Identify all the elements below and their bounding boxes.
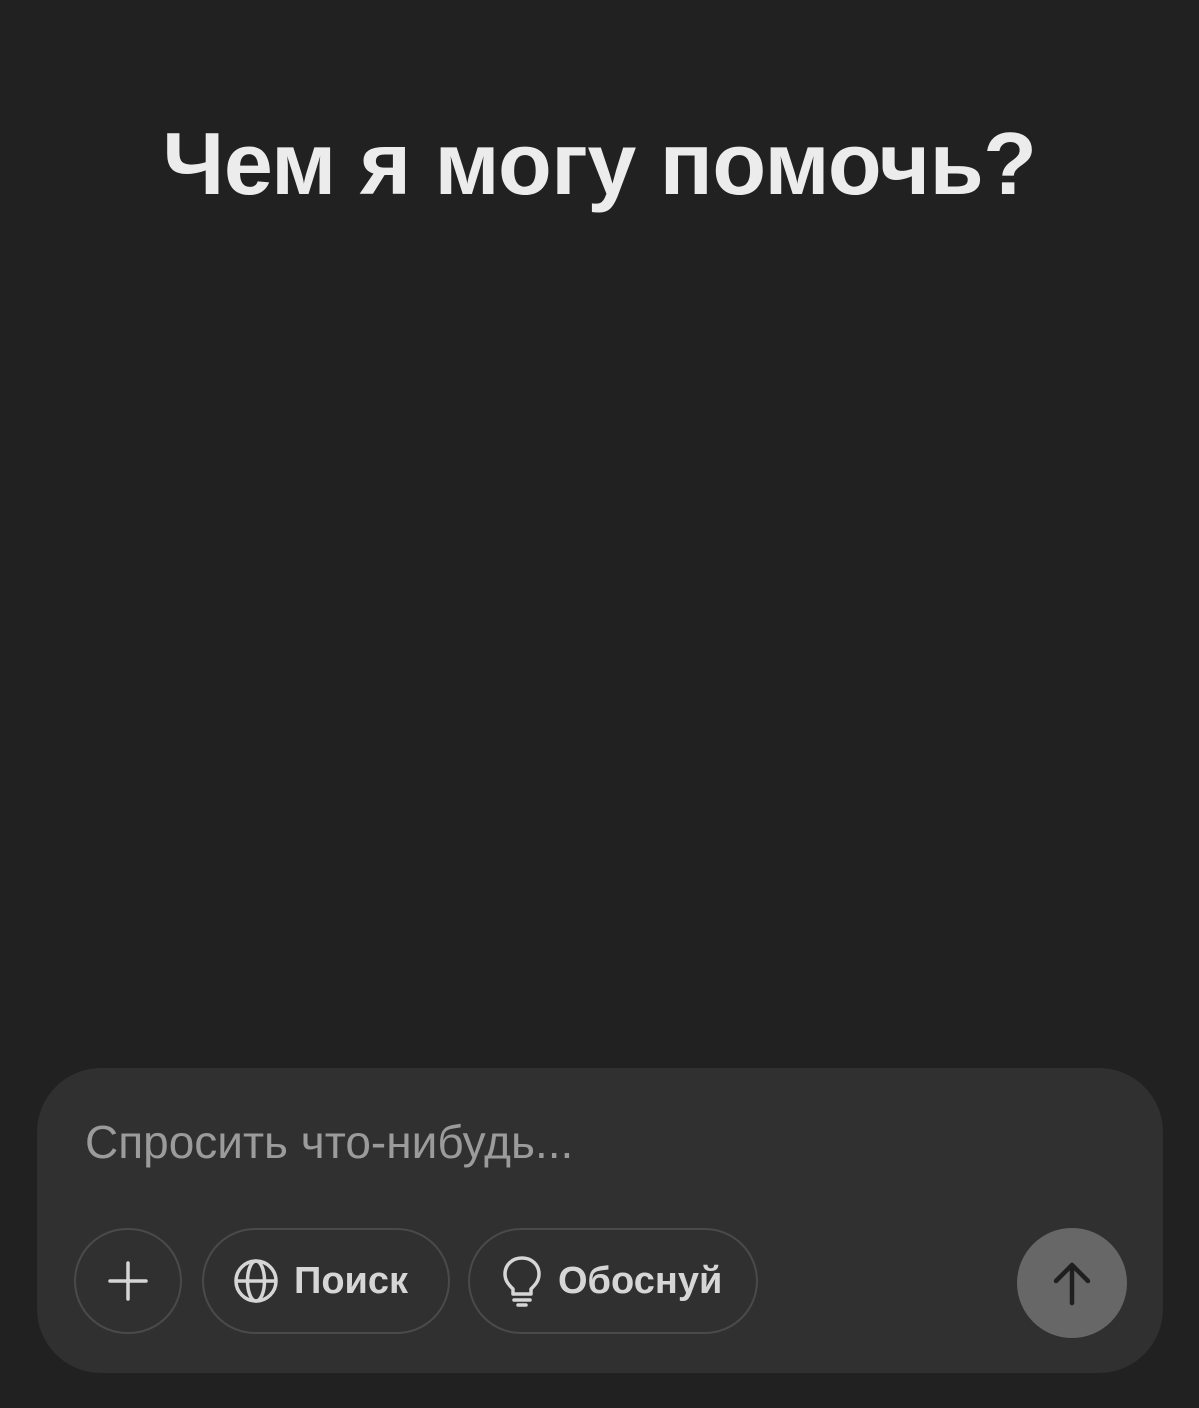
search-button-label: Поиск: [294, 1259, 409, 1302]
search-button[interactable]: Поиск: [202, 1228, 450, 1334]
lightbulb-icon: [500, 1254, 544, 1308]
reason-button[interactable]: Обоснуй: [468, 1228, 758, 1334]
chat-page: Чем я могу помочь? Поиск: [0, 0, 1199, 1408]
attach-button[interactable]: [74, 1228, 182, 1334]
arrow-up-icon: [1050, 1259, 1094, 1307]
globe-icon: [232, 1257, 280, 1305]
message-composer: Поиск Обоснуй: [37, 1068, 1163, 1373]
plus-icon: [106, 1259, 150, 1303]
send-button[interactable]: [1017, 1228, 1127, 1338]
prompt-input[interactable]: [85, 1108, 1085, 1176]
reason-button-label: Обоснуй: [558, 1259, 723, 1302]
page-title: Чем я могу помочь?: [162, 113, 1037, 213]
